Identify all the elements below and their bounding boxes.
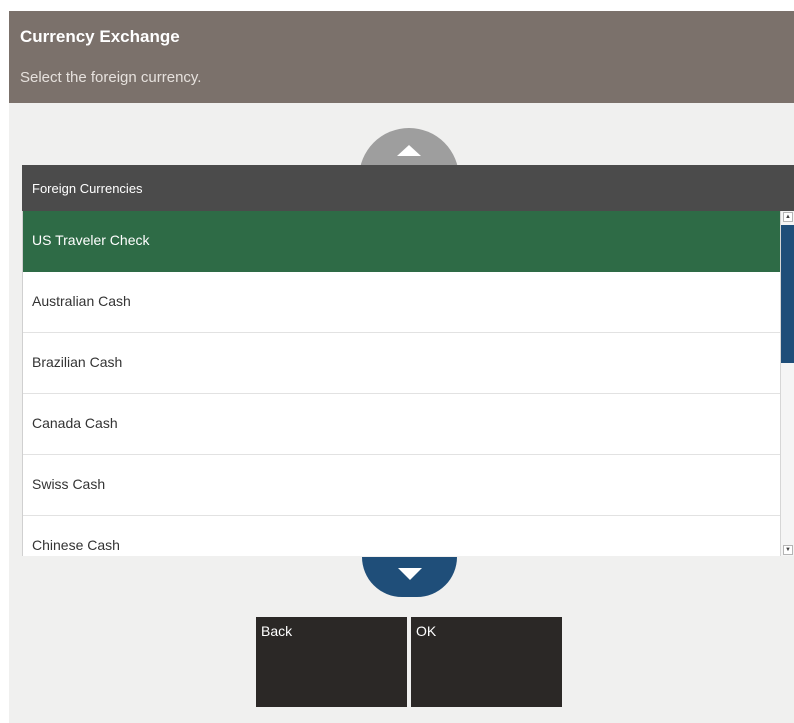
triangle-down-icon (398, 568, 422, 580)
triangle-up-icon (397, 145, 421, 156)
list-item-brazilian-cash[interactable]: Brazilian Cash (23, 333, 781, 394)
page-header: Currency Exchange Select the foreign cur… (9, 11, 794, 103)
list-header: Foreign Currencies (22, 165, 794, 211)
scrollbar-thumb[interactable] (781, 225, 794, 363)
back-button[interactable]: Back (256, 617, 407, 707)
list-header-label: Foreign Currencies (32, 181, 143, 196)
list-item-label: Chinese Cash (32, 537, 120, 553)
currency-list: US Traveler Check Australian Cash Brazil… (22, 211, 781, 556)
page-title: Currency Exchange (20, 27, 180, 46)
list-item-label: Brazilian Cash (32, 354, 123, 370)
list-item-chinese-cash[interactable]: Chinese Cash (23, 516, 781, 556)
list-item-canada-cash[interactable]: Canada Cash (23, 394, 781, 455)
list-item-label: Swiss Cash (32, 476, 106, 492)
list-item-label: Australian Cash (32, 293, 131, 309)
scroll-down-button[interactable] (362, 557, 457, 597)
list-item-australian-cash[interactable]: Australian Cash (23, 272, 781, 333)
scrollbar-down-arrow-icon[interactable]: ▼ (783, 545, 793, 555)
ok-button[interactable]: OK (411, 617, 562, 707)
page-subtitle: Select the foreign currency. (20, 69, 202, 86)
list-item-us-traveler-check[interactable]: US Traveler Check (23, 211, 781, 272)
list-item-swiss-cash[interactable]: Swiss Cash (23, 455, 781, 516)
list-item-label: Canada Cash (32, 415, 118, 431)
list-scrollbar[interactable]: ▲ ▼ (780, 211, 794, 556)
scrollbar-up-arrow-icon[interactable]: ▲ (783, 212, 793, 222)
list-item-label: US Traveler Check (32, 232, 150, 248)
app-stage: Currency Exchange Select the foreign cur… (9, 11, 794, 723)
